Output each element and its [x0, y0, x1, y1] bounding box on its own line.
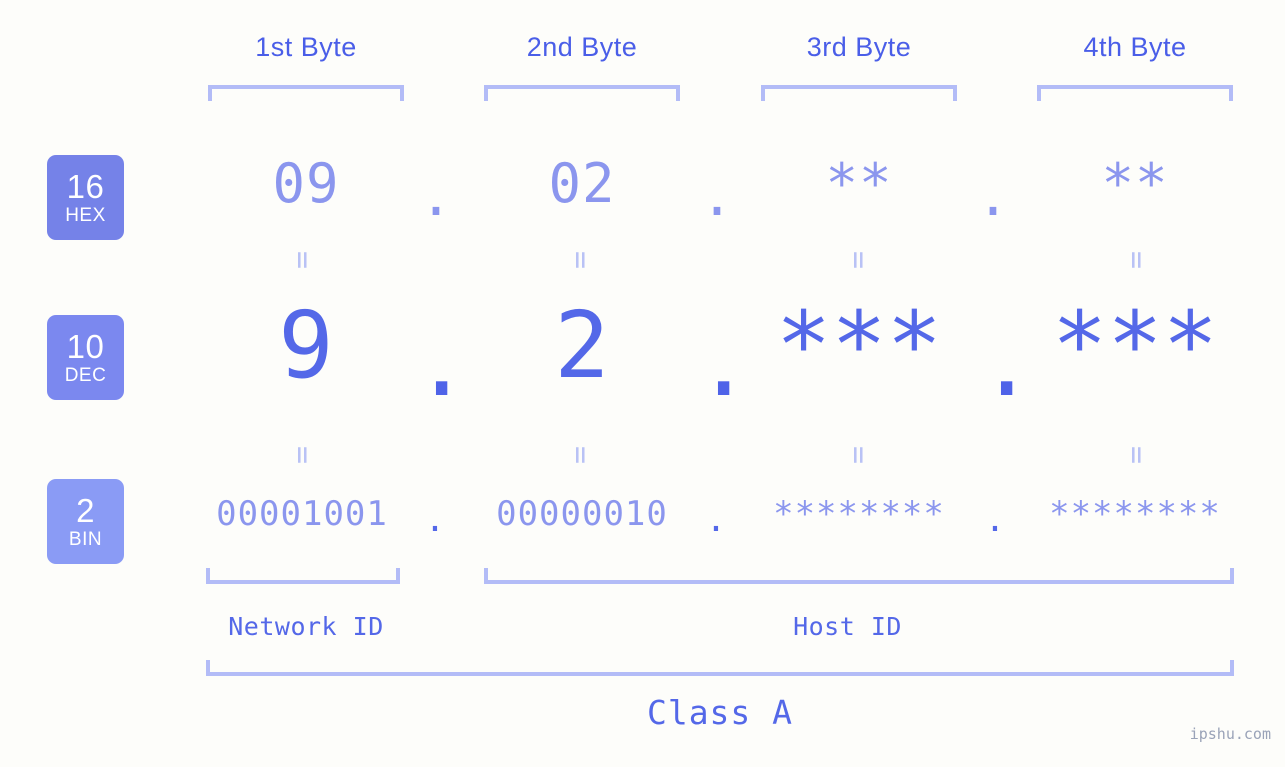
equals-sign-hex-dec-3: = [841, 250, 876, 270]
host-id-label: Host ID [793, 612, 902, 641]
bin-dot-1: . [424, 500, 446, 540]
bin-byte-1: 00001001 [216, 494, 388, 534]
radix-badge-dec-number: 10 [66, 328, 105, 365]
equals-sign-dec-bin-4: = [1119, 445, 1154, 465]
radix-badge-bin: 2 BIN [47, 479, 124, 564]
network-id-label: Network ID [228, 612, 384, 641]
host-id-bracket [484, 568, 1234, 584]
equals-sign-hex-dec-2: = [563, 250, 598, 270]
dec-byte-1: 9 [278, 292, 334, 399]
byte-bracket-2 [484, 85, 680, 101]
byte-bracket-1 [208, 85, 404, 101]
byte-header-2: 2nd Byte [526, 32, 638, 62]
equals-sign-hex-dec-1: = [285, 250, 320, 270]
hex-byte-2: 02 [548, 152, 616, 215]
dec-dot-1: . [414, 310, 470, 417]
hex-dot-1: . [419, 165, 453, 228]
class-label: Class A [646, 693, 794, 732]
radix-badge-dec: 10 DEC [47, 315, 124, 400]
radix-badge-hex-number: 16 [66, 168, 105, 205]
byte-bracket-4 [1037, 85, 1233, 101]
dec-byte-4: *** [1051, 292, 1219, 399]
dec-byte-2: 2 [554, 292, 610, 399]
radix-badge-bin-name: BIN [68, 529, 103, 550]
hex-byte-4: ** [1101, 152, 1169, 215]
class-bracket [206, 660, 1234, 676]
hex-byte-3: ** [825, 152, 893, 215]
radix-badge-bin-number: 2 [76, 492, 95, 529]
equals-sign-dec-bin-2: = [563, 445, 598, 465]
bin-byte-4: ******** [1049, 494, 1221, 534]
bin-byte-3: ******** [773, 494, 945, 534]
radix-badge-hex: 16 HEX [47, 155, 124, 240]
bin-byte-2: 00000010 [496, 494, 668, 534]
equals-sign-dec-bin-3: = [841, 445, 876, 465]
network-id-bracket [206, 568, 400, 584]
byte-header-3: 3rd Byte [806, 32, 912, 62]
equals-sign-hex-dec-4: = [1119, 250, 1154, 270]
hex-byte-1: 09 [272, 152, 340, 215]
byte-header-1: 1st Byte [255, 32, 357, 62]
equals-sign-dec-bin-1: = [285, 445, 320, 465]
byte-header-4: 4th Byte [1083, 32, 1187, 62]
radix-badge-hex-name: HEX [65, 205, 106, 226]
watermark: ipshu.com [1189, 725, 1271, 743]
dec-byte-3: *** [775, 292, 943, 399]
byte-bracket-3 [761, 85, 957, 101]
ip-address-diagram: 1st Byte 2nd Byte 3rd Byte 4th Byte 16 H… [0, 0, 1285, 767]
radix-badge-dec-name: DEC [64, 365, 107, 386]
